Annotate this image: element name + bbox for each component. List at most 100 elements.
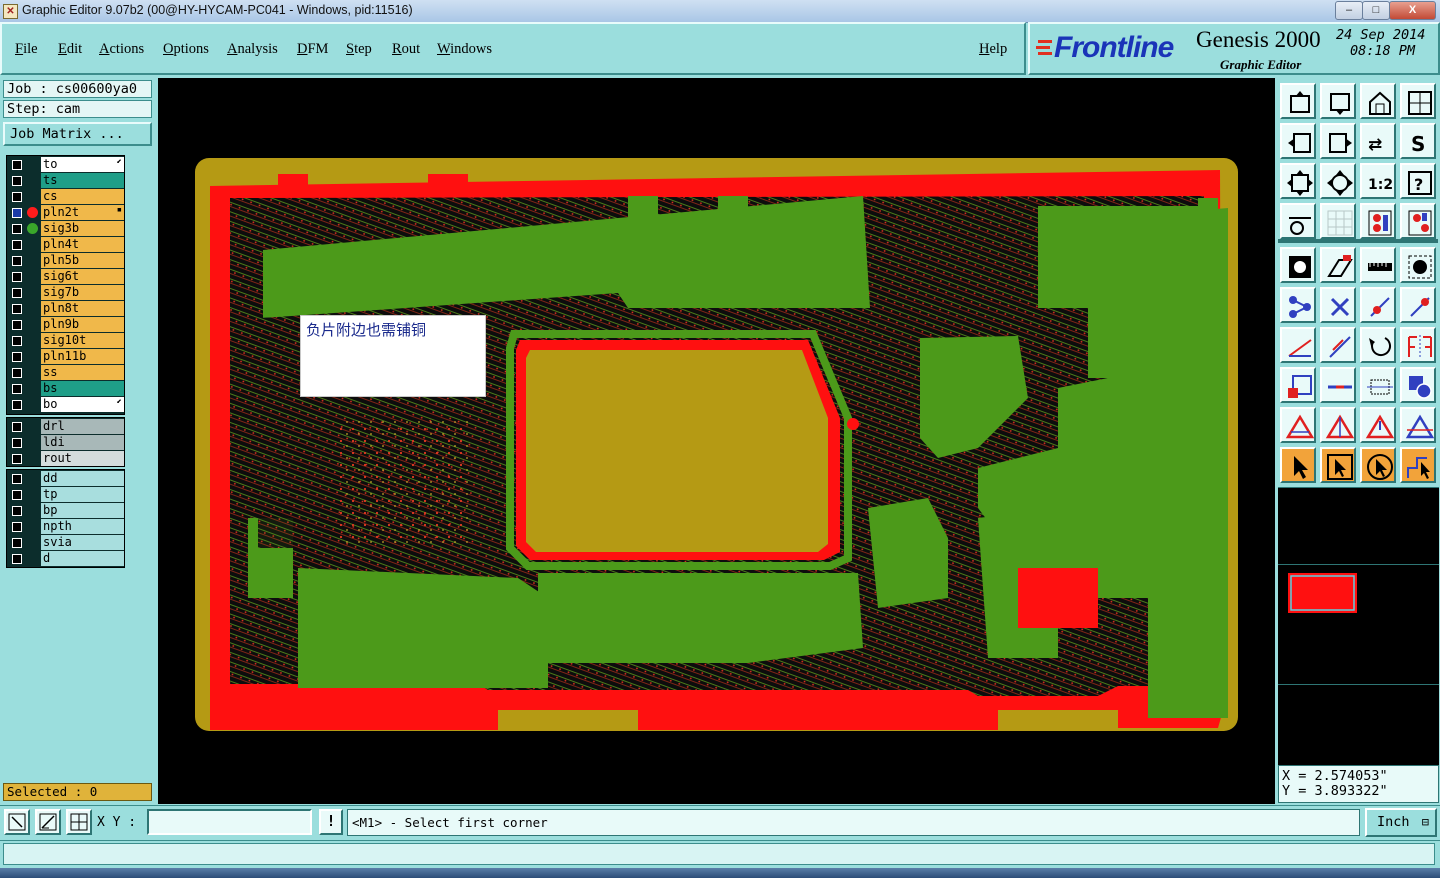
layer-row-to[interactable]: ⬋ to xyxy=(7,157,124,173)
layer-name[interactable]: npth xyxy=(41,519,124,534)
scale-1-2-icon[interactable]: 1:2 xyxy=(1360,163,1396,199)
measure-icon[interactable] xyxy=(35,809,61,835)
pad-icon[interactable] xyxy=(1280,247,1316,283)
arc-icon[interactable] xyxy=(1360,327,1396,363)
pan-left-icon[interactable] xyxy=(1280,123,1316,159)
menu-edit[interactable]: Edit xyxy=(58,41,82,58)
help-icon[interactable]: ? xyxy=(1400,163,1436,199)
layer-checkbox[interactable] xyxy=(12,538,22,548)
home-zoom-icon[interactable] xyxy=(1280,83,1316,119)
zoom-fit-icon[interactable] xyxy=(1280,163,1316,199)
edit-shape-icon[interactable] xyxy=(1320,247,1356,283)
pointer-box-icon[interactable] xyxy=(1320,447,1356,483)
layer-row-tp[interactable]: tp xyxy=(7,487,124,503)
cross-icon[interactable] xyxy=(1320,287,1356,323)
layer-row-ts[interactable]: ts xyxy=(7,173,124,189)
layer-row-pln5b[interactable]: pln5b xyxy=(7,253,124,269)
grid-snap-icon[interactable] xyxy=(66,809,92,835)
layer-row-npth[interactable]: npth xyxy=(7,519,124,535)
zoom-center-icon[interactable] xyxy=(1320,163,1356,199)
resize-icon[interactable] xyxy=(1360,367,1396,403)
layer-row-pln9b[interactable]: pln9b xyxy=(7,317,124,333)
layer-name[interactable]: pln4t xyxy=(41,237,124,252)
mirror-icon[interactable] xyxy=(1400,327,1436,363)
layer-name[interactable]: bp xyxy=(41,503,124,518)
circle-pad-icon[interactable] xyxy=(1400,247,1436,283)
line-dot2-icon[interactable] xyxy=(1400,287,1436,323)
connect-icon[interactable] xyxy=(1280,287,1316,323)
menu-analysis[interactable]: Analysis xyxy=(227,41,278,58)
house-icon[interactable] xyxy=(1360,83,1396,119)
pan-right-icon[interactable] xyxy=(1320,123,1356,159)
layer-name[interactable]: pln11b xyxy=(41,349,124,364)
triangle-red-icon[interactable] xyxy=(1280,407,1316,443)
layer-row-pln11b[interactable]: pln11b xyxy=(7,349,124,365)
layer-name[interactable]: pln8t xyxy=(41,301,124,316)
graphic-canvas[interactable]: 负片附边也需铺铜 xyxy=(158,78,1275,804)
layer-checkbox[interactable] xyxy=(12,474,22,484)
layer-name[interactable]: sig10t xyxy=(41,333,124,348)
swap-icon[interactable]: ⇄ xyxy=(1360,123,1396,159)
layer-red-icon[interactable] xyxy=(1360,203,1396,239)
menu-windows[interactable]: Windows xyxy=(437,41,492,58)
layer-checkbox[interactable] xyxy=(12,352,22,362)
layer-row-sig10t[interactable]: sig10t xyxy=(7,333,124,349)
resize-arrow-icon[interactable] xyxy=(4,809,30,835)
layer-row-svia[interactable]: svia xyxy=(7,535,124,551)
layer-name[interactable]: to xyxy=(41,157,124,172)
layer-name[interactable]: drl xyxy=(41,419,124,434)
layer-row-pln2t[interactable]: ▪ pln2t xyxy=(7,205,124,221)
line-dot-icon[interactable] xyxy=(1360,287,1396,323)
layer-checkbox[interactable] xyxy=(12,160,22,170)
move-small-icon[interactable] xyxy=(1280,367,1316,403)
window-icon[interactable] xyxy=(1400,83,1436,119)
pointer-circle-icon[interactable] xyxy=(1360,447,1396,483)
layer-row-ss[interactable]: ss xyxy=(7,365,124,381)
units-select[interactable]: Inch ⊟ xyxy=(1365,808,1437,837)
ruler-icon[interactable] xyxy=(1360,247,1396,283)
menu-actions[interactable]: Actions xyxy=(99,41,144,58)
layer-name[interactable]: bo xyxy=(41,397,124,412)
layer-name[interactable]: pln5b xyxy=(41,253,124,268)
layer-checkbox[interactable] xyxy=(12,554,22,564)
xy-input[interactable] xyxy=(147,809,312,835)
layer-checkbox[interactable] xyxy=(12,336,22,346)
layer-name[interactable]: sig3b xyxy=(41,221,124,236)
menu-file[interactable]: File xyxy=(15,41,38,58)
layer-row-sig7b[interactable]: sig7b xyxy=(7,285,124,301)
layer-checkbox[interactable] xyxy=(12,224,22,234)
layer-name[interactable]: rout xyxy=(41,451,124,466)
layer-checkbox[interactable] xyxy=(12,304,22,314)
layer-row-pln4t[interactable]: pln4t xyxy=(7,237,124,253)
layer-checkbox[interactable] xyxy=(12,192,22,202)
layer-name[interactable]: tp xyxy=(41,487,124,502)
layer-checkbox[interactable] xyxy=(12,506,22,516)
triangle-red2-icon[interactable] xyxy=(1320,407,1356,443)
layer-name[interactable]: dd xyxy=(41,471,124,486)
maximize-button[interactable]: □ xyxy=(1362,1,1390,20)
minus-icon[interactable] xyxy=(1320,367,1356,403)
layer-checkbox[interactable] xyxy=(12,400,22,410)
layer-row-drl[interactable]: drl xyxy=(7,419,124,435)
layer-checkbox[interactable] xyxy=(12,490,22,500)
layer-name[interactable]: sig7b xyxy=(41,285,124,300)
menu-rout[interactable]: Rout xyxy=(392,41,420,58)
layer-row-bo[interactable]: ⬋ bo xyxy=(7,397,124,413)
layer-red2-icon[interactable] xyxy=(1400,203,1436,239)
layer-checkbox[interactable] xyxy=(12,368,22,378)
square-circle-icon[interactable] xyxy=(1400,367,1436,403)
layer-name[interactable]: bs xyxy=(41,381,124,396)
snap-icon[interactable] xyxy=(1280,203,1316,239)
pointer-route-icon[interactable] xyxy=(1400,447,1436,483)
layer-name[interactable]: cs xyxy=(41,189,124,204)
overview-panel[interactable] xyxy=(1278,487,1439,768)
triangle-red3-icon[interactable] xyxy=(1360,407,1396,443)
layer-checkbox[interactable] xyxy=(12,422,22,432)
pointer-icon[interactable] xyxy=(1280,447,1316,483)
layer-checkbox[interactable] xyxy=(12,272,22,282)
layer-name[interactable]: ss xyxy=(41,365,124,380)
menu-options[interactable]: Options xyxy=(163,41,209,58)
layer-name[interactable]: ldi xyxy=(41,435,124,450)
layer-name[interactable]: svia xyxy=(41,535,124,550)
layer-checkbox[interactable] xyxy=(12,454,22,464)
